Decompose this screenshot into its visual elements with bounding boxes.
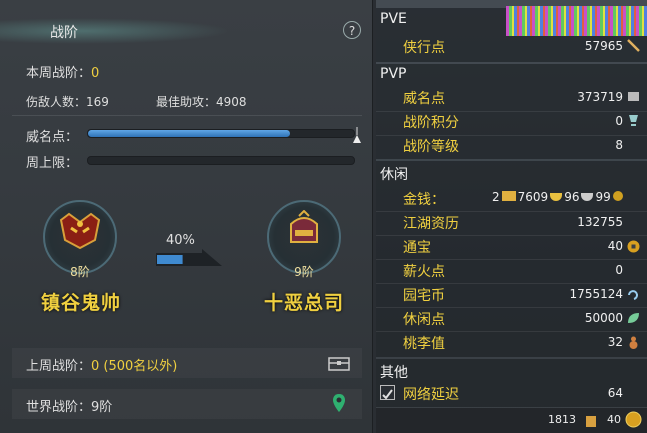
row-divider [376,283,647,284]
panel-title: 战阶 [50,25,78,41]
silver-sycee-icon [581,193,594,201]
leisure-label-fire: 薪火点 [403,264,445,280]
leisure-value-fire: 0 [615,263,623,277]
other-title: 其他 [380,365,408,381]
bottom-count-1: 1813 [548,413,576,426]
money-silver: 96 [564,190,580,204]
current-rank-level: 8阶 [70,265,90,279]
leisure-label-tongbao: 通宝 [403,240,431,256]
leisure-label-leisure-point: 休闲点 [403,312,445,328]
other-value-latency: 64 [607,386,623,400]
money-values: 2 7609 96 99 [492,190,623,204]
leisure-value-peach: 32 [607,335,623,349]
prestige-progress-fill [88,130,291,137]
next-rank-name: 十恶总司 [264,292,345,314]
other-label-latency: 网络延迟 [403,387,459,403]
prestige-progress-bar [87,129,355,138]
help-button[interactable]: ? [343,21,361,39]
weekly-rank-value: 0 [91,66,100,81]
kills-count: 伤敌人数：169 [26,95,109,109]
last-week-value: 0 (500名以外) [91,359,178,374]
rank-panel-header: 战阶 ? [0,18,372,44]
next-rank-level: 9阶 [294,265,314,279]
weekly-cap-label: 周上限： [26,156,79,171]
gold-coin-icon [625,411,642,428]
world-rank: 世界战阶：9阶 [26,400,113,415]
rank-progress-percent: 40% [166,233,195,248]
bottom-currency-bar: 1813 40 [376,408,647,433]
money-copper: 99 [595,190,611,204]
swirl-icon [628,290,638,300]
gourd-icon [629,336,638,349]
last-week-rank: 上周战阶：0 (500名以外) [26,355,177,374]
pvp-value-prestige: 373719 [577,90,623,104]
leisure-label-peach: 桃李值 [403,336,445,352]
pvp-label-level: 战阶等级 [403,139,459,155]
bag-icon [586,416,596,427]
copper-coin-icon [612,191,623,201]
leisure-value-tongbao: 40 [607,239,623,253]
brush-icon [627,39,640,52]
weekly-rank-label: 本周战阶： [26,66,92,81]
row-divider [376,307,647,308]
prestige-marker-icon [353,127,361,143]
last-week-label: 上周战阶： [26,359,92,374]
weekly-rank: 本周战阶：0 [26,62,99,81]
row-divider [376,211,647,212]
gold-ingot-icon [501,191,516,201]
pvp-section: PVP 威名点 373719 战阶积分 0 战阶等级 8 [376,64,647,159]
latency-checkbox[interactable] [380,385,395,400]
row-divider [376,235,647,236]
leisure-title: 休闲 [380,167,408,183]
location-pin-icon[interactable] [332,393,346,413]
pve-value: 57965 [584,39,623,53]
money-gold-ingot: 2 [492,190,500,204]
demon-helmet-icon [59,212,101,250]
currency-panel: PVE 侠行点 57965 PVP 威名点 373719 战阶积分 0 战阶等级… [376,0,647,433]
check-icon [382,389,393,400]
rank-progress-arrow-icon [156,249,222,266]
money-label: 金钱： [403,192,445,208]
leisure-value-home-coin: 1755124 [569,287,623,301]
leisure-label-seniority: 江湖资历 [403,216,459,232]
trophy-icon [629,115,638,126]
bottom-count-2: 40 [607,413,621,426]
pvp-title: PVP [380,66,407,82]
pvp-value-points: 0 [615,114,623,128]
header-glow [0,18,230,44]
leisure-value-seniority: 132755 [577,215,623,229]
pve-title: PVE [380,11,407,27]
current-rank-name: 镇谷鬼帅 [41,292,122,314]
leisure-label-home-coin: 园宅币 [403,288,445,304]
pvp-label-points: 战阶积分 [403,115,459,131]
crowned-helmet-icon [290,210,318,243]
pvp-value-level: 8 [615,138,623,152]
money-gold: 7609 [517,190,549,204]
decorative-strip [506,6,647,36]
gold-sycee-icon [550,193,563,201]
divider [12,115,362,116]
rank-panel: 战阶 ? 本周战阶：0 伤敌人数：169 最佳助攻：4908 威名点： 周上限：… [0,0,373,433]
coin-icon [627,240,640,253]
leisure-value-leisure-point: 50000 [584,311,623,325]
weekly-cap-bar [87,156,355,165]
row-divider [376,331,647,332]
leisure-section: 休闲 金钱： 2 7609 96 99 江湖资历 132755 通宝 40 薪火点 0… [376,161,647,357]
best-assist: 最佳助攻：4908 [156,95,247,109]
other-section: 其他 网络延迟 64 [376,359,647,407]
leaf-icon [628,313,639,323]
prestige-label: 威名点： [26,130,79,145]
badge-icon [628,92,639,101]
pve-label: 侠行点 [403,40,445,56]
row-divider [376,259,647,260]
pvp-label-prestige: 威名点 [403,91,445,107]
chest-icon[interactable] [328,354,350,372]
